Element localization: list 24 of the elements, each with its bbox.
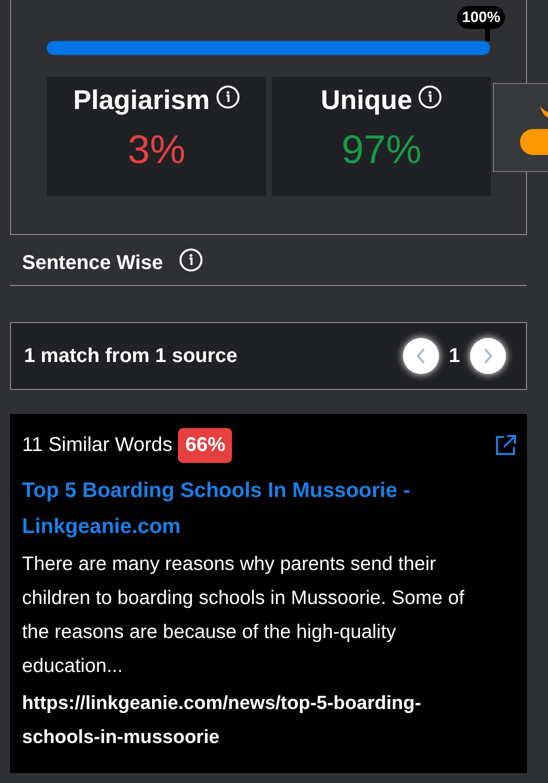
- chevron-left-icon: [414, 347, 427, 365]
- source-excerpt: There are many reasons why parents send their children to boarding schools in Mussoorie. Some of the reasons are because of the high-quality education...: [22, 552, 466, 679]
- stat-value: 97%: [341, 128, 422, 173]
- progress-tooltip: 100%: [457, 6, 506, 29]
- chevron-right-icon: [482, 347, 494, 365]
- source-url: https://linkgeanie.com/news/top-5-boarding-schools-in-mussoorie: [22, 692, 422, 750]
- toggle-drawing: [520, 104, 548, 156]
- info-icon[interactable]: [179, 248, 203, 272]
- info-icon[interactable]: [216, 84, 240, 108]
- source-title-link[interactable]: Top 5 Boarding Schools In Mussoorie - Linkgeanie.com: [22, 473, 515, 545]
- stat-label: Unique: [320, 85, 412, 116]
- tooltip-pointer: [485, 29, 490, 41]
- section-title: Sentence Wise: [22, 252, 163, 274]
- match-summary: 1 match from 1 source: [24, 344, 238, 368]
- stat-label: Plagiarism: [73, 85, 210, 116]
- info-icon[interactable]: [418, 84, 442, 108]
- previous-button[interactable]: [402, 338, 439, 374]
- next-button[interactable]: [470, 338, 506, 374]
- stat-value: 3%: [128, 128, 186, 173]
- page-number: 1: [448, 344, 460, 368]
- similar-words-count: 11 Similar Words: [22, 434, 172, 457]
- external-link-icon[interactable]: [495, 434, 517, 456]
- similarity-badge: 66%: [178, 428, 232, 463]
- side-widget[interactable]: [493, 83, 548, 172]
